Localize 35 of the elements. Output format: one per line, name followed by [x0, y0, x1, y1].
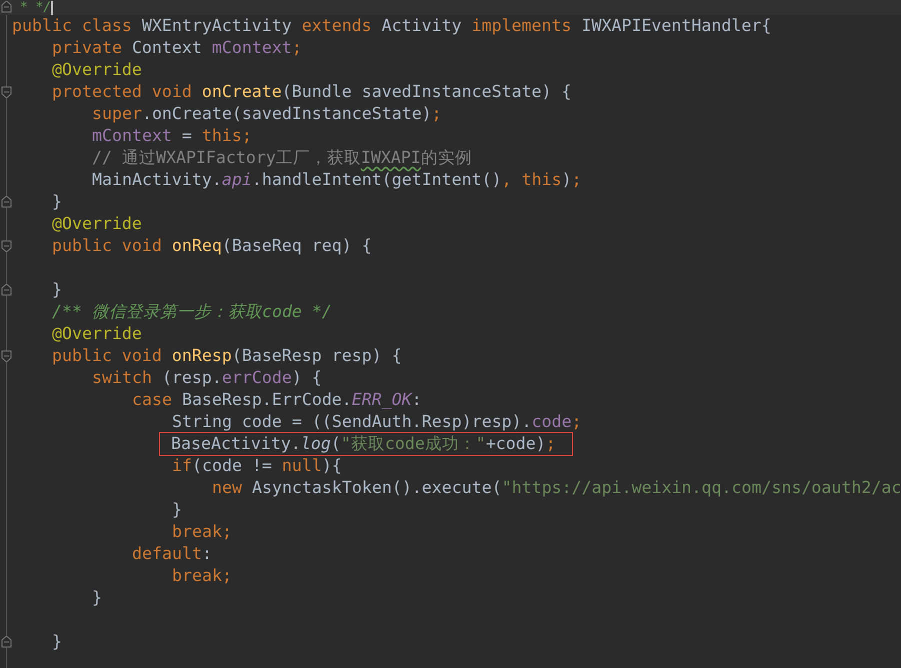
fold-icon[interactable]	[1, 196, 12, 208]
code-line: }	[52, 631, 62, 653]
code-line: if(code != null){	[172, 455, 342, 477]
code-line: String code = ((SendAuth.Resp)resp).code;	[172, 411, 582, 433]
code-line: MainActivity.api.handleIntent(getIntent(), this);	[92, 169, 582, 191]
fold-icon[interactable]	[1, 636, 12, 648]
fold-icon[interactable]	[1, 86, 12, 98]
code-line: case BaseResp.ErrCode.ERR_OK:	[132, 389, 422, 411]
code-line: new AsynctaskToken().execute("https://api.weixin.qq.com/sns/oauth2/ac	[212, 477, 901, 499]
code-line: protected void onCreate(Bundle savedInstanceState) {	[52, 81, 572, 103]
code-line: @Override	[52, 323, 142, 345]
code-line: }	[92, 587, 102, 609]
code-line: }	[52, 279, 62, 301]
code-line: super.onCreate(savedInstanceState);	[92, 103, 442, 125]
code-line: /** 微信登录第一步：获取code */	[52, 301, 332, 323]
code-line: break;	[172, 565, 232, 587]
code-line: mContext = this;	[92, 125, 252, 147]
code-line: @Override	[52, 59, 142, 81]
code-line: public class WXEntryActivity extends Activity implements IWXAPIEventHandler{	[12, 15, 772, 37]
code-line: public void onResp(BaseResp resp) {	[52, 345, 402, 367]
code-line: // 通过WXAPIFactory工厂，获取IWXAPI的实例	[92, 147, 472, 169]
code-line: switch (resp.errCode) {	[92, 367, 322, 389]
code-line: }	[52, 191, 62, 213]
fold-icon[interactable]	[1, 240, 12, 252]
fold-icon[interactable]	[1, 284, 12, 296]
code-line: default:	[132, 543, 212, 565]
fold-icon[interactable]	[1, 350, 12, 362]
highlighted-code-line: BaseActivity.log("获取code成功："+code);	[160, 433, 572, 455]
code-line: @Override	[52, 213, 142, 235]
fold-icon[interactable]	[1, 1, 12, 13]
code-line: * */	[18, 0, 52, 15]
code-line: }	[172, 499, 182, 521]
code-line: private Context mContext;	[52, 37, 302, 59]
code-line: public void onReq(BaseReq req) {	[52, 235, 372, 257]
code-line: break;	[172, 521, 232, 543]
